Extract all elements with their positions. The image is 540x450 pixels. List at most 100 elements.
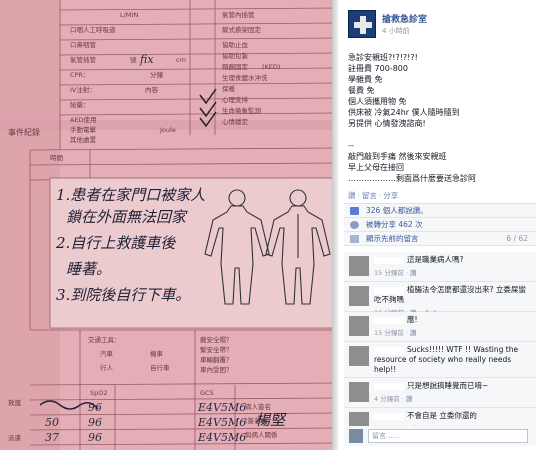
hand-line-4: 睡著。 xyxy=(66,260,111,278)
comment-item: Sucks!!!!! WTF !! Wasting the resource o… xyxy=(344,342,536,387)
form-label-safety3: 車輛翻覆？ xyxy=(200,355,233,364)
comment-text: 只是想說搞睡覺而已唷~ xyxy=(407,381,489,390)
form-check-3: 協助止血 xyxy=(222,40,249,49)
form-label-l5: IV注射： xyxy=(70,85,96,94)
form-label-l8: 手動電擊 xyxy=(70,125,97,134)
hand-signature: 楊堅 xyxy=(255,411,287,429)
form-check-8: 保暖 xyxy=(222,84,236,93)
comment-text-wrap: 植腸法令怎麼都還沒出來? 立委屎蠻吃不夠嗎 xyxy=(374,285,532,305)
post-body-line: ………………剩面爲什麼要送急診阿 xyxy=(348,174,476,183)
form-label-safety2: 繫安全帶？ xyxy=(200,345,233,354)
likes-count-text[interactable]: 326 個人都說讚。 xyxy=(366,206,428,215)
hand-line-3: 2.自行上救護車後 xyxy=(55,234,176,252)
form-label-l6: 給藥： xyxy=(70,100,90,109)
post-panel: 搶救急診室 4 小時前 急診安親班?!?!?!?! 註冊費 700-800 學雜費 … xyxy=(338,0,540,450)
form-label-l4: CPR： xyxy=(70,71,89,79)
comment-item: 這是職業病人嗎? 15 分鐘前 · 讚 xyxy=(344,252,536,282)
comment-time[interactable]: 15 分鐘前 xyxy=(374,269,404,277)
form-label-motor: 機車 xyxy=(150,349,164,358)
feedback-box: 326 個人都說讚。 被轉分享 462 次 顯示先前的留言 6 / 62 xyxy=(344,203,536,246)
share-link[interactable]: 分享 xyxy=(383,191,398,200)
comment-like-link[interactable]: 讚 xyxy=(410,269,417,277)
commenter-name-redacted[interactable] xyxy=(374,256,404,264)
form-label-gcs: GCS xyxy=(200,389,214,397)
post-body-line: 註冊費 700-800 xyxy=(348,64,408,73)
post-timestamp[interactable]: 4 小時前 xyxy=(382,26,410,36)
comment-time[interactable]: 4 分鐘前 xyxy=(374,395,400,403)
hand-gcs-2: E4V5M6 xyxy=(197,416,246,429)
comment-text-wrap: 不會自是 立委你還的 xyxy=(374,411,532,421)
form-label-l2: 口鼻咽管 xyxy=(70,40,97,49)
comment-list: 這是職業病人嗎?15 分鐘前 · 讚植腸法令怎麼都還沒出來? 立委屎蠻吃不夠嗎1… xyxy=(344,252,536,438)
comment-text: 應! xyxy=(407,315,418,324)
commenter-avatar[interactable] xyxy=(349,316,369,336)
comment-input[interactable]: 留言...... xyxy=(368,429,528,443)
comment-text-wrap: 應! xyxy=(374,315,532,325)
shares-count-text[interactable]: 被轉分享 462 次 xyxy=(366,220,423,229)
hand-line-1: 1.患者在家門口被家人 xyxy=(56,186,205,204)
comment-text-wrap: 這是職業病人嗎? xyxy=(374,255,532,265)
previous-comments-link[interactable]: 顯示先前的留言 xyxy=(366,234,419,243)
comment-bubble-icon xyxy=(350,235,359,243)
post-body-line: -- xyxy=(348,141,354,150)
post-body-line: 早上父母在接回 xyxy=(348,163,404,172)
form-check-5: 頸圈固定 xyxy=(222,62,249,71)
form-label-l12: Joule xyxy=(159,126,176,134)
post-header: 搶救急診室 4 小時前 xyxy=(348,10,534,40)
post-body-text: 急診安親班?!?!?!?! 註冊費 700-800 學雜費 免餐費 免個人須攜用物 … xyxy=(348,52,534,184)
share-icon xyxy=(350,221,359,229)
commenter-avatar[interactable] xyxy=(349,286,369,306)
form-label-spo2: SpO2 xyxy=(90,389,108,397)
post-actions: 讚 · 留言 · 分享 xyxy=(348,191,399,200)
commenter-name-redacted[interactable] xyxy=(374,346,404,354)
form-label-ped: 行人 xyxy=(100,363,114,372)
comment-time[interactable]: 15 分鐘前 xyxy=(374,329,404,337)
page-avatar[interactable] xyxy=(348,10,376,38)
comment-count: 6 / 62 xyxy=(506,234,528,243)
form-label-flow: L/MIN xyxy=(120,11,138,19)
form-label-l9: 其他處置 xyxy=(70,135,97,144)
hand-gcs-1: E4V5M6 xyxy=(197,401,246,414)
shares-summary[interactable]: 被轉分享 462 次 xyxy=(344,218,536,232)
post-body-line: 另提供 心情發洩諮商! xyxy=(348,119,426,128)
form-check-7: 生理食鹽水沖洗 xyxy=(222,73,268,82)
comment-meta: 15 分鐘前 · 讚 xyxy=(374,269,417,277)
comment-meta: 15 分鐘前 · 讚 xyxy=(374,329,417,337)
form-label-l7: AED使用 xyxy=(70,115,97,124)
form-label-traffic: 交通工具： xyxy=(88,335,121,344)
commenter-avatar[interactable] xyxy=(349,346,369,366)
commenter-name-redacted[interactable] xyxy=(374,286,404,294)
commenter-name-redacted[interactable] xyxy=(374,412,404,420)
comment-like-link[interactable]: 讚 xyxy=(406,395,413,403)
likes-summary[interactable]: 326 個人都說讚。 xyxy=(344,204,536,218)
form-check-11: 心情穩定 xyxy=(222,117,249,126)
form-label-emt: 救護 xyxy=(8,398,22,407)
commenter-name-redacted[interactable] xyxy=(374,316,404,324)
ems-form-photo: L/MIN 口咽人工呼吸道 口鼻咽管 氣管插管 號 fix cm CPR： 分鐘… xyxy=(0,0,338,450)
comment-text: 不會自是 立委你還的 xyxy=(407,411,477,420)
post-photo[interactable]: L/MIN 口咽人工呼吸道 口鼻咽管 氣管插管 號 fix cm CPR： 分鐘… xyxy=(0,0,338,450)
form-check-4: 協助包紮 xyxy=(222,51,249,60)
page-name-link[interactable]: 搶救急診室 xyxy=(382,12,427,25)
like-link[interactable]: 讚 xyxy=(348,191,356,200)
form-check-10: 生命徵象監測 xyxy=(222,106,261,115)
form-label-l11: 內容 xyxy=(145,85,159,94)
hand-line-2: 鎖在外面無法回家 xyxy=(66,208,188,226)
post-body-line: 餐費 免 xyxy=(348,86,375,95)
viewer-avatar xyxy=(349,429,363,443)
post-body-line: 學雜費 免 xyxy=(348,75,383,84)
hand-gcs-3: E4V5M6 xyxy=(197,431,246,444)
comment-link[interactable]: 留言 xyxy=(362,191,377,200)
commenter-avatar[interactable] xyxy=(349,256,369,276)
form-check-9: 心理支持 xyxy=(222,95,249,104)
form-label-l13: 號 xyxy=(130,55,137,64)
comment-text-wrap: Sucks!!!!! WTF !! Wasting the resource o… xyxy=(374,345,532,375)
form-label-car: 汽車 xyxy=(100,349,114,358)
comment-like-link[interactable]: 讚 xyxy=(410,329,417,337)
commenter-name-redacted[interactable] xyxy=(374,382,404,390)
view-previous-comments[interactable]: 顯示先前的留言 6 / 62 xyxy=(344,232,536,246)
commenter-avatar[interactable] xyxy=(349,382,369,402)
form-title-left: 事件紀錄 xyxy=(8,127,40,137)
post-body-line: 供床被 冷氣24hr 僕人隨時隨到 xyxy=(348,108,460,117)
form-label-l3: 氣管插管 xyxy=(70,55,97,64)
